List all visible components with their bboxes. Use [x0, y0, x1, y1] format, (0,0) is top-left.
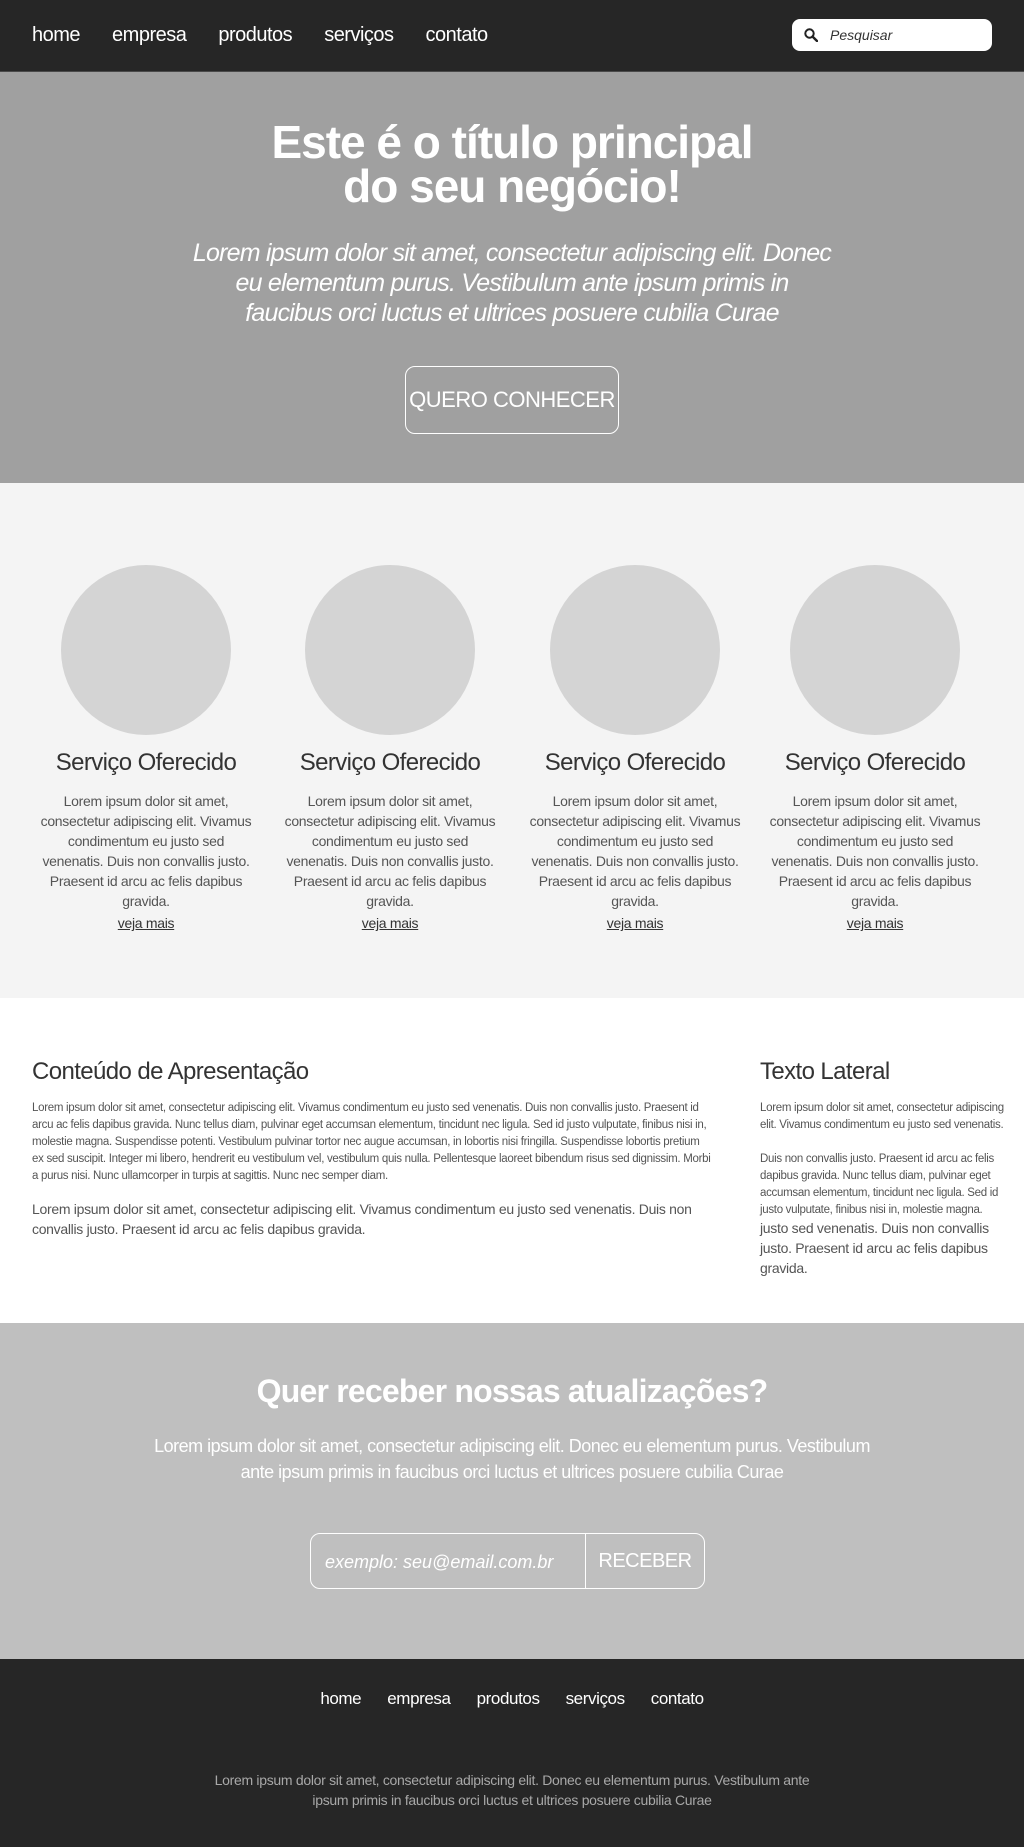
service-card: Serviço Oferecido Lorem ipsum dolor sit …: [280, 565, 500, 933]
service-title: Serviço Oferecido: [784, 749, 966, 776]
hero-title: Este é o título principal do seu negócio…: [0, 119, 1024, 209]
footer-text: Lorem ipsum dolor sit amet, consectetur …: [214, 1772, 810, 1808]
sidebar-title: Texto Lateral: [760, 1058, 890, 1085]
main-content: Conteúdo de Apresentação Lorem ipsum dol…: [32, 1058, 712, 1239]
sidebar-paragraph-small-text: Duis non convallis justo. Praesent id ar…: [760, 1153, 999, 1216]
main-menu: home empresa produtos serviços contato: [32, 24, 520, 47]
service-title: Serviço Oferecido: [299, 749, 481, 776]
search-box: [792, 19, 992, 51]
services-section: Serviço Oferecido Lorem ipsum dolor sit …: [0, 483, 1024, 998]
nav-link-home[interactable]: home: [32, 24, 81, 47]
footer-menu: home empresa produtos serviços contato: [0, 1689, 1024, 1709]
sidebar-paragraph: Lorem ipsum dolor sit amet, consectetur …: [760, 1102, 1004, 1131]
hero-banner: Este é o título principal do seu negócio…: [0, 72, 1024, 483]
footer-link-empresa[interactable]: empresa: [387, 1689, 451, 1709]
email-field[interactable]: [325, 1548, 575, 1576]
service-card: Serviço Oferecido Lorem ipsum dolor sit …: [765, 565, 985, 933]
search-icon[interactable]: [804, 28, 818, 42]
veja-mais-link[interactable]: veja mais: [362, 915, 419, 931]
sidebar-paragraph: Duis non convallis justo. Praesent id ar…: [760, 1151, 1004, 1279]
service-description: Lorem ipsum dolor sit amet, consectetur …: [529, 793, 741, 909]
service-card: Serviço Oferecido Lorem ipsum dolor sit …: [36, 565, 256, 933]
veja-mais-link[interactable]: veja mais: [847, 915, 904, 931]
content-section: Conteúdo de Apresentação Lorem ipsum dol…: [0, 998, 1024, 1323]
service-description: Lorem ipsum dolor sit amet, consectetur …: [40, 793, 252, 909]
veja-mais-link[interactable]: veja mais: [118, 915, 175, 931]
newsletter-title: Quer receber nossas atualizações?: [256, 1373, 769, 1409]
service-card: Serviço Oferecido Lorem ipsum dolor sit …: [525, 565, 745, 933]
search-input[interactable]: [830, 23, 980, 47]
service-image-placeholder: [305, 565, 475, 735]
receber-button[interactable]: RECEBER: [586, 1534, 704, 1588]
service-description: Lorem ipsum dolor sit amet, consectetur …: [769, 793, 981, 909]
newsletter-text: Lorem ipsum dolor sit amet, consectetur …: [154, 1436, 870, 1482]
footer-link-contato[interactable]: contato: [651, 1689, 704, 1709]
service-image-placeholder: [61, 565, 231, 735]
main-content-paragraph: Lorem ipsum dolor sit amet, consectetur …: [32, 1201, 692, 1237]
newsletter-form: RECEBER: [310, 1533, 705, 1589]
footer-link-produtos[interactable]: produtos: [477, 1689, 540, 1709]
sidebar-content: Texto Lateral Lorem ipsum dolor sit amet…: [760, 1058, 1004, 1279]
newsletter-section: Quer receber nossas atualizações? Lorem …: [0, 1323, 1024, 1659]
service-title: Serviço Oferecido: [544, 749, 726, 776]
hero-title-line2: do seu negócio!: [343, 160, 682, 212]
main-content-title: Conteúdo de Apresentação: [32, 1058, 309, 1085]
footer: home empresa produtos serviços contato L…: [0, 1659, 1024, 1847]
service-description: Lorem ipsum dolor sit amet, consectetur …: [284, 793, 496, 909]
footer-link-home[interactable]: home: [320, 1689, 361, 1709]
veja-mais-link[interactable]: veja mais: [607, 915, 664, 931]
sidebar-paragraph-large-text: justo sed venenatis. Duis non convallis …: [760, 1220, 989, 1276]
quero-conhecer-button[interactable]: QUERO CONHECER: [405, 366, 619, 434]
service-image-placeholder: [550, 565, 720, 735]
nav-link-empresa[interactable]: empresa: [112, 24, 187, 47]
nav-link-produtos[interactable]: produtos: [218, 24, 292, 47]
hero-subtitle: Lorem ipsum dolor sit amet, consectetur …: [192, 239, 832, 327]
main-content-paragraph: Lorem ipsum dolor sit amet, consectetur …: [32, 1102, 711, 1182]
nav-link-servicos[interactable]: serviços: [324, 24, 394, 47]
nav-link-contato[interactable]: contato: [426, 24, 489, 47]
footer-link-servicos[interactable]: serviços: [566, 1689, 626, 1709]
top-navbar: home empresa produtos serviços contato: [0, 0, 1024, 72]
service-title: Serviço Oferecido: [55, 749, 237, 776]
service-image-placeholder: [790, 565, 960, 735]
